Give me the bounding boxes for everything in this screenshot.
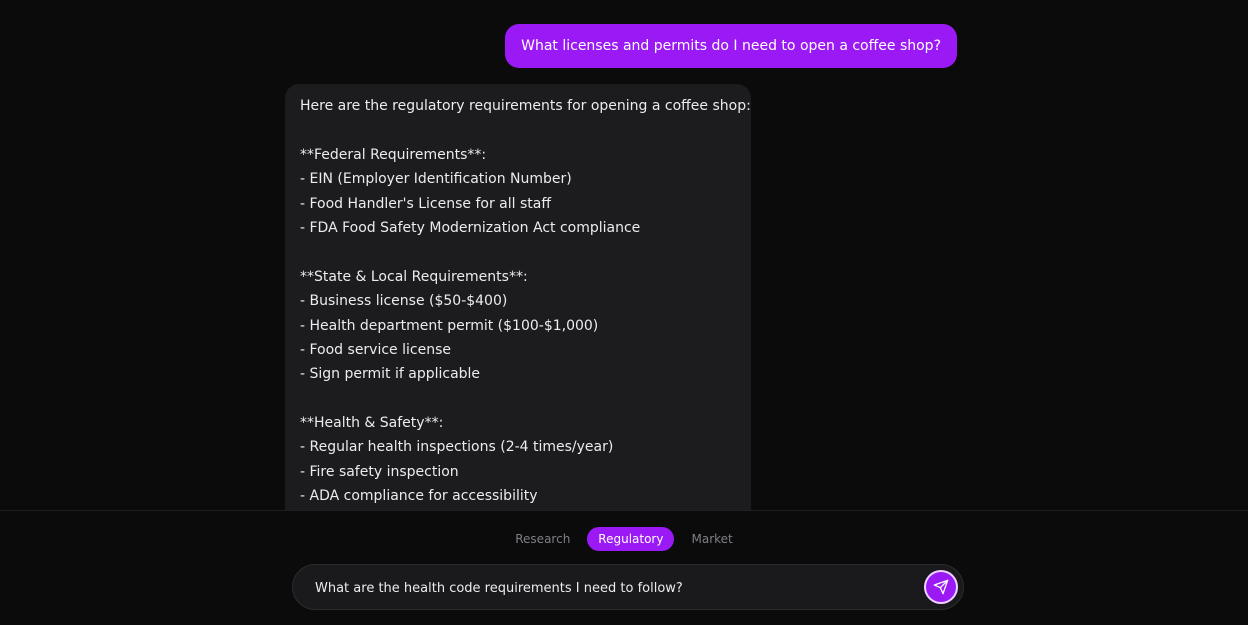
- user-message: What licenses and permits do I need to o…: [505, 24, 957, 68]
- message-line: - Regular health inspections (2-4 times/…: [300, 439, 614, 456]
- message-line: **State & Local Requirements**:: [300, 268, 528, 285]
- send-button[interactable]: [924, 570, 958, 604]
- message-line: - FDA Food Safety Modernization Act comp…: [300, 219, 641, 236]
- message-line: **Health & Safety**:: [300, 415, 444, 432]
- message-line: - Health department permit ($100-$1,000): [300, 317, 599, 334]
- message-line: - Sign permit if applicable: [300, 366, 481, 383]
- message-line: - Business license ($50-$400): [300, 293, 508, 310]
- message-line: [300, 240, 736, 264]
- message-line: - ADA compliance for accessibility: [300, 488, 538, 505]
- message-line: Here are the regulatory requirements for…: [300, 98, 751, 114]
- tab-regulatory[interactable]: Regulatory: [587, 527, 675, 551]
- composer-panel: Research Regulatory Market: [0, 510, 1248, 625]
- tab-research[interactable]: Research: [504, 527, 581, 551]
- chat-area: What licenses and permits do I need to o…: [0, 0, 1248, 510]
- tab-market[interactable]: Market: [680, 527, 743, 551]
- message-composer: [292, 564, 964, 611]
- message-input[interactable]: [313, 565, 907, 611]
- message-line: [300, 387, 736, 411]
- message-line: - Food Handler's License for all staff: [300, 195, 551, 212]
- mode-tabs: Research Regulatory Market: [0, 527, 1248, 551]
- message-line: **Federal Requirements**:: [300, 146, 487, 163]
- message-line: - Food service license: [300, 341, 451, 358]
- message-line: - Fire safety inspection: [300, 463, 459, 480]
- user-message-text: What licenses and permits do I need to o…: [521, 38, 941, 54]
- assistant-message: Here are the regulatory requirements for…: [285, 84, 751, 510]
- message-line: [300, 118, 736, 142]
- send-icon: [933, 579, 949, 595]
- message-line: - EIN (Employer Identification Number): [300, 171, 572, 188]
